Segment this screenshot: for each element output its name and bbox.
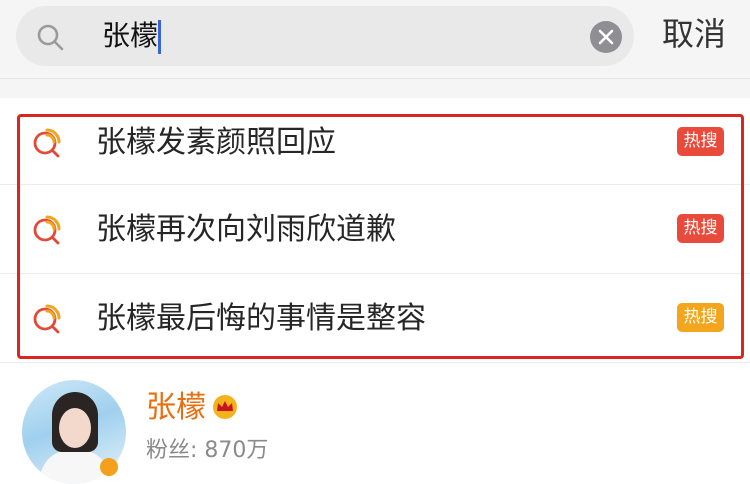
text-caret [158,20,161,54]
cancel-button[interactable]: 取消 [662,12,726,56]
suggestion-item[interactable]: 张檬最后悔的事情是整容 热搜 [0,274,750,363]
clear-icon [598,29,614,45]
search-query[interactable]: 张檬 [102,16,158,56]
suggestion-label: 张檬发素颜照回应 [96,125,336,160]
hot-badge: 热搜 [677,127,724,156]
hot-badge: 热搜 [677,303,724,332]
search-icon [37,24,64,51]
verified-icon [100,458,118,476]
user-result-card[interactable]: 张檬 粉丝: 870万 [0,362,750,484]
hot-search-icon [33,128,61,158]
search-header: 张檬 取消 [0,0,750,79]
suggestion-list: 张檬发素颜照回应 热搜 张檬再次向刘雨欣道歉 热搜 张檬最后悔的事情是整容 热搜 [0,98,750,363]
suggestion-item[interactable]: 张檬发素颜照回应 热搜 [0,98,750,185]
user-name[interactable]: 张檬 [146,388,206,428]
hot-search-icon [33,304,61,334]
hot-badge: 热搜 [677,214,724,243]
search-input[interactable]: 张檬 [16,6,634,66]
clear-button[interactable] [590,21,622,53]
fans-count: 粉丝: 870万 [146,438,269,463]
crown-icon [213,395,237,419]
hot-search-icon [33,215,61,245]
suggestion-label: 张檬最后悔的事情是整容 [96,301,426,336]
suggestion-item[interactable]: 张檬再次向刘雨欣道歉 热搜 [0,185,750,274]
divider-gap [0,79,750,98]
suggestion-label: 张檬再次向刘雨欣道歉 [96,212,396,247]
